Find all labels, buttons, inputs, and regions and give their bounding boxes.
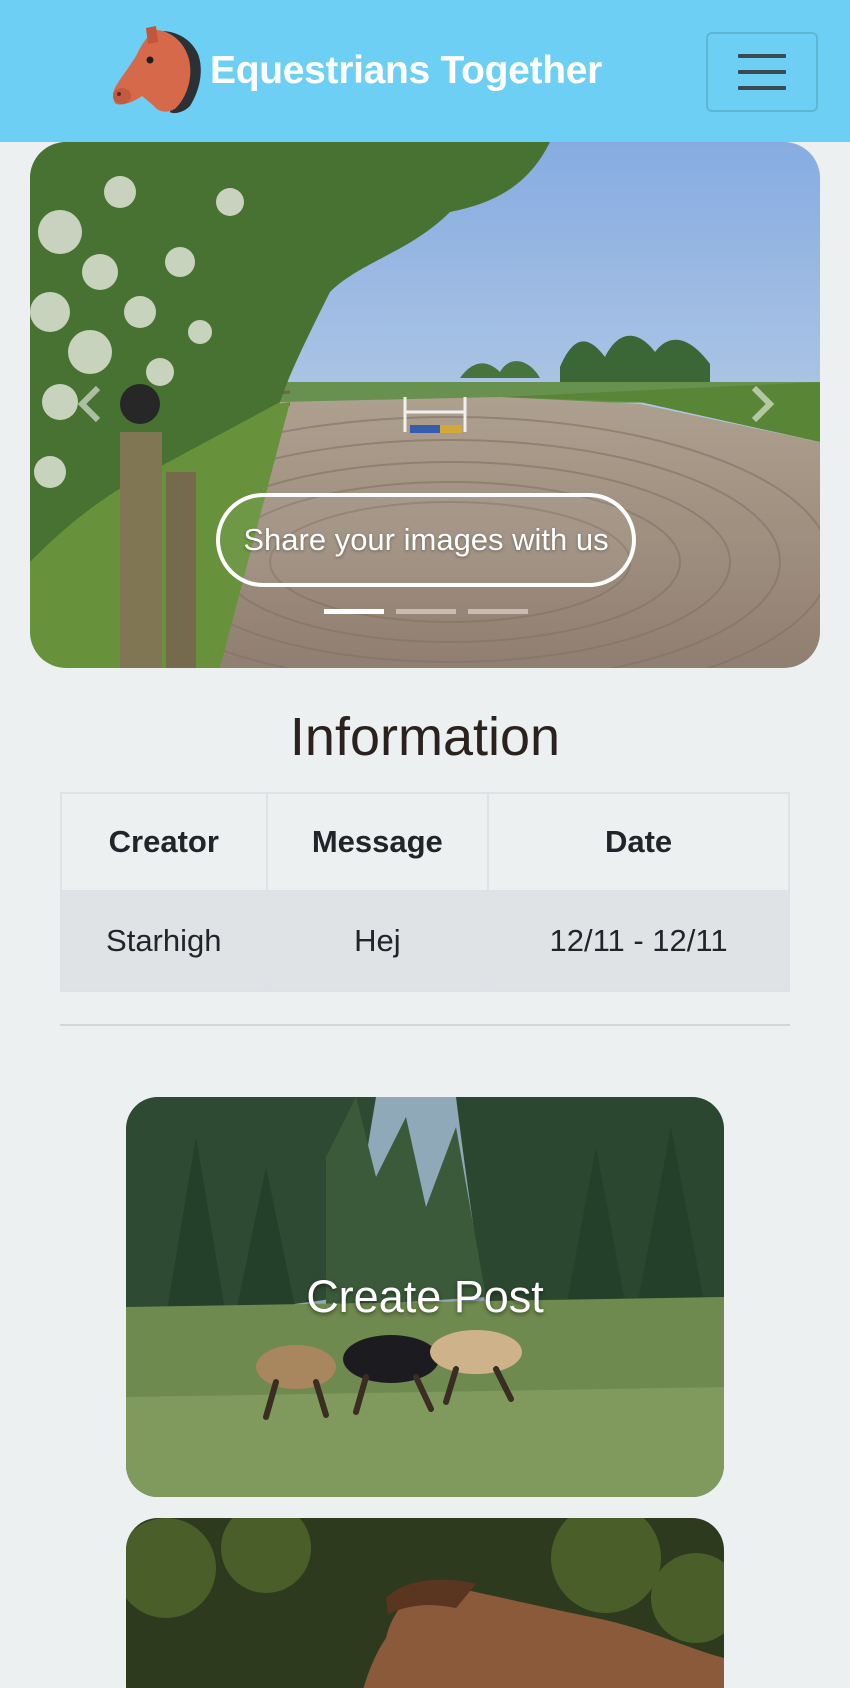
information-title: Information — [289, 707, 561, 767]
share-images-button[interactable]: Share your images with us — [216, 493, 636, 587]
horse-card-label — [126, 1518, 724, 1688]
carousel-indicators — [324, 609, 528, 614]
chevron-right-icon — [751, 385, 775, 423]
image-carousel[interactable]: Share your images with us — [30, 142, 820, 668]
navbar: Equestrians Together — [0, 0, 850, 142]
carousel-next-button[interactable] — [742, 378, 782, 430]
navbar-toggler-button[interactable] — [706, 32, 818, 112]
create-post-card[interactable]: Create Post — [126, 1097, 724, 1497]
brand-title: Equestrians Together — [210, 49, 603, 92]
table-header-row: Creator Message Date — [60, 792, 790, 892]
cell-message: Hej — [265, 890, 490, 992]
horse-card[interactable] — [126, 1518, 724, 1688]
create-post-label: Create Post — [306, 1271, 544, 1322]
section-divider — [60, 1024, 790, 1026]
column-header-message: Message — [265, 792, 490, 892]
cell-creator: Starhigh — [60, 890, 268, 992]
carousel-slide-image — [30, 142, 820, 668]
brand-link[interactable]: Equestrians Together — [112, 26, 602, 116]
table-row: Starhigh Hej 12/11 - 12/11 — [60, 890, 790, 992]
horse-head-icon — [113, 26, 201, 114]
hamburger-icon-line — [738, 70, 786, 74]
carousel-prev-button[interactable] — [70, 378, 110, 430]
hamburger-icon-line — [738, 54, 786, 58]
hamburger-icon-line — [738, 86, 786, 90]
information-table: Creator Message Date Starhigh Hej 12/11 … — [60, 792, 790, 992]
column-header-creator: Creator — [60, 792, 268, 892]
carousel-indicator[interactable] — [396, 609, 456, 614]
carousel-indicator[interactable] — [468, 609, 528, 614]
column-header-date: Date — [487, 792, 790, 892]
carousel-indicator[interactable] — [324, 609, 384, 614]
cell-date: 12/11 - 12/11 — [487, 890, 790, 992]
chevron-left-icon — [77, 385, 101, 423]
